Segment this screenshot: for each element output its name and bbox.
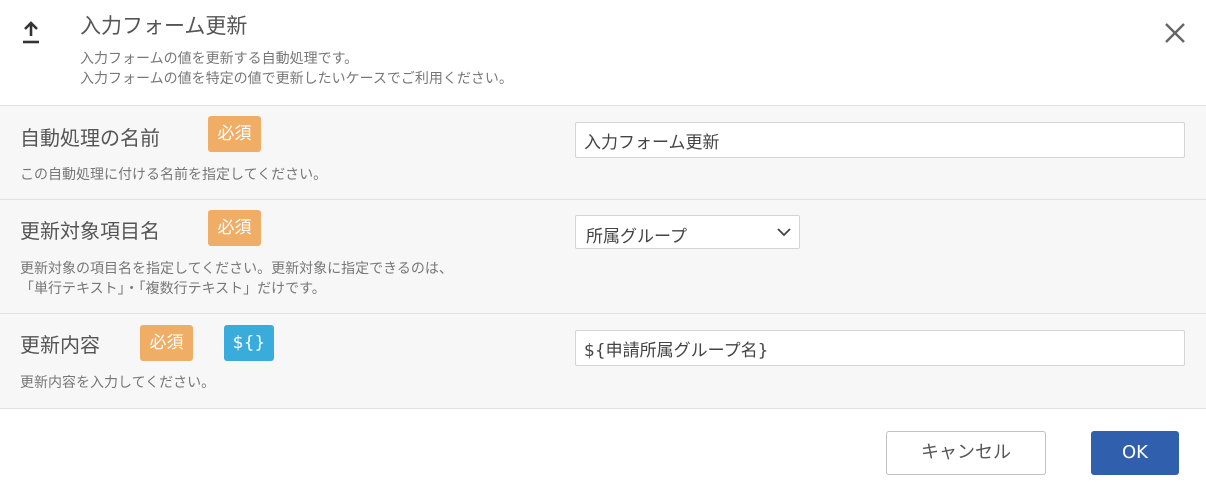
field-help-target-line1: 更新対象の項目名を指定してください。更新対象に指定できるのは、	[20, 261, 453, 277]
required-badge: 必須	[140, 325, 193, 361]
close-icon[interactable]	[1162, 20, 1188, 46]
field-row-name: 自動処理の名前 必須 この自動処理に付ける名前を指定してください。	[0, 105, 1206, 200]
field-help-name: この自動処理に付ける名前を指定してください。	[20, 167, 328, 183]
cancel-button[interactable]: キャンセル	[886, 431, 1046, 475]
select-value: 所属グループ	[586, 227, 687, 247]
required-badge: 必須	[208, 116, 261, 152]
content-input[interactable]	[575, 330, 1185, 366]
dialog-description-line2: 入力フォームの値を特定の値で更新したいケースでご利用ください。	[80, 71, 513, 87]
required-badge: 必須	[208, 210, 261, 246]
upload-arrow-icon	[23, 21, 39, 44]
dialog-header: 入力フォーム更新 入力フォームの値を更新する自動処理です。 入力フォームの値を特…	[0, 0, 1206, 105]
target-item-select[interactable]: 所属グループ	[575, 215, 800, 249]
field-label-name: 自動処理の名前	[20, 126, 160, 150]
name-input[interactable]	[575, 122, 1185, 158]
field-row-content: 更新内容 必須 ${} 更新内容を入力してください。	[0, 313, 1206, 409]
field-label-content: 更新内容	[20, 333, 100, 357]
field-help-content: 更新内容を入力してください。	[20, 375, 216, 391]
dialog-description-line1: 入力フォームの値を更新する自動処理です。	[80, 51, 359, 67]
ok-button[interactable]: OK	[1091, 431, 1179, 475]
variable-insert-button[interactable]: ${}	[224, 325, 274, 361]
field-help-target-line2: 「単行テキスト」・「複数行テキスト」だけです。	[20, 281, 326, 297]
chevron-down-icon	[777, 228, 791, 237]
dialog-title: 入力フォーム更新	[80, 14, 248, 38]
field-label-target: 更新対象項目名	[20, 219, 160, 243]
field-row-target: 更新対象項目名 必須 更新対象の項目名を指定してください。更新対象に指定できるの…	[0, 199, 1206, 314]
